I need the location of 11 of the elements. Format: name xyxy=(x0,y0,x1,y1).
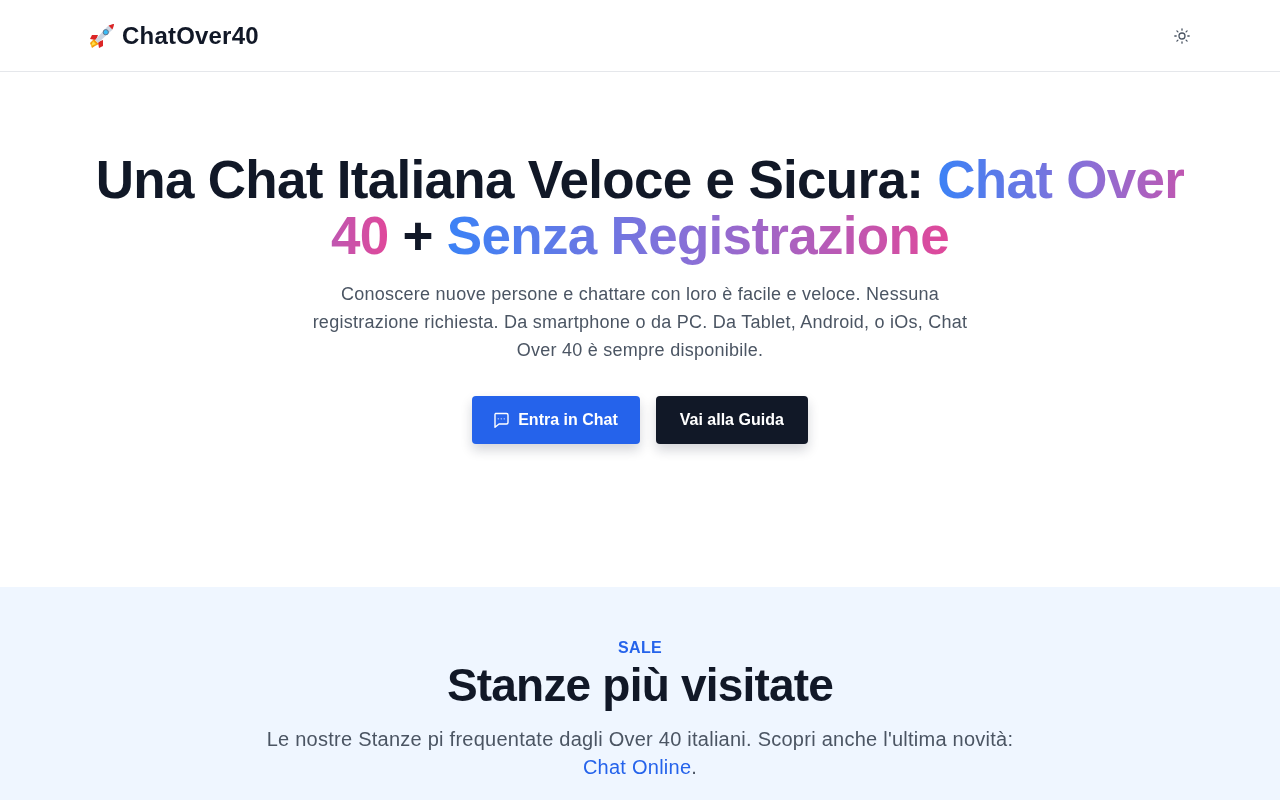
hero-description: Conoscere nuove persone e chattare con loro è facile e veloce. Nessuna registrazione richiesta. Da smartphone o da PC. Da Tablet, Android, o iOs, Chat Over 40 è sempre disponibile. xyxy=(311,283,969,362)
chat-bubble-icon xyxy=(492,411,511,429)
section-intro: Le nostre Stanze pi frequentate dagli Over 40 italiani. Scopri anche l'ultima novità: Chat Online. xyxy=(265,727,1015,780)
rocket-icon xyxy=(88,21,116,50)
chat-online-link[interactable]: Chat Online xyxy=(582,756,692,778)
section-heading: Stanze più visitate xyxy=(446,660,834,711)
section-eyebrow: SALE xyxy=(618,638,662,658)
sun-icon[interactable] xyxy=(1174,27,1190,44)
guide-button[interactable]: Vai alla Guida xyxy=(655,396,808,444)
enter-chat-button[interactable]: Entra in Chat xyxy=(472,396,640,444)
logo-link[interactable]: ChatOver40 xyxy=(88,21,259,50)
